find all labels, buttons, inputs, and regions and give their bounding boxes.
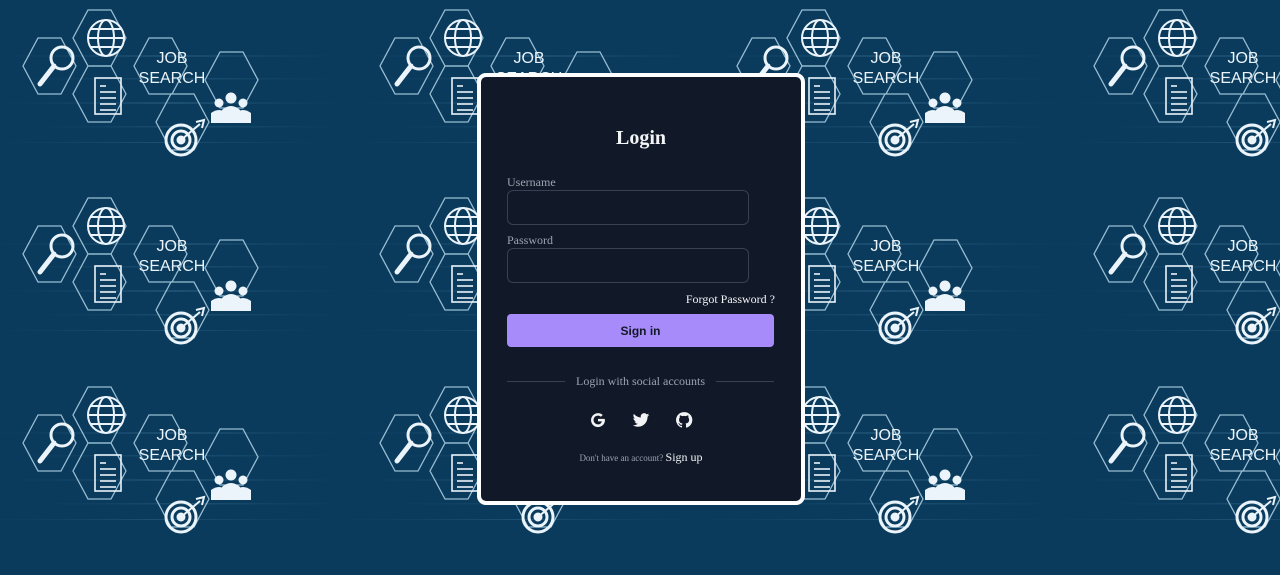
divider-line-left (507, 381, 566, 382)
sign-up-link[interactable]: Sign up (666, 450, 703, 464)
login-card: Login Username Password Forgot Password … (477, 73, 805, 505)
signup-prompt: Don't have an account? (579, 453, 664, 463)
password-input[interactable] (507, 248, 749, 283)
github-login-button[interactable] (672, 408, 696, 432)
google-login-button[interactable] (586, 408, 610, 432)
signup-row: Don't have an account? Sign up (481, 450, 801, 465)
login-title: Login (615, 127, 667, 149)
social-login-buttons (481, 408, 801, 432)
social-divider: Login with social accounts (507, 374, 775, 389)
username-input[interactable] (507, 190, 749, 225)
google-icon (591, 413, 605, 428)
divider-line-right (716, 381, 775, 382)
sign-in-button[interactable]: Sign in (507, 314, 774, 347)
username-label: Username (507, 175, 556, 189)
password-label: Password (507, 233, 554, 247)
github-icon (676, 412, 693, 428)
twitter-icon (632, 413, 650, 427)
social-divider-text: Login with social accounts (576, 374, 705, 388)
forgot-password-link[interactable]: Forgot Password ? (686, 292, 775, 307)
twitter-login-button[interactable] (629, 408, 653, 432)
